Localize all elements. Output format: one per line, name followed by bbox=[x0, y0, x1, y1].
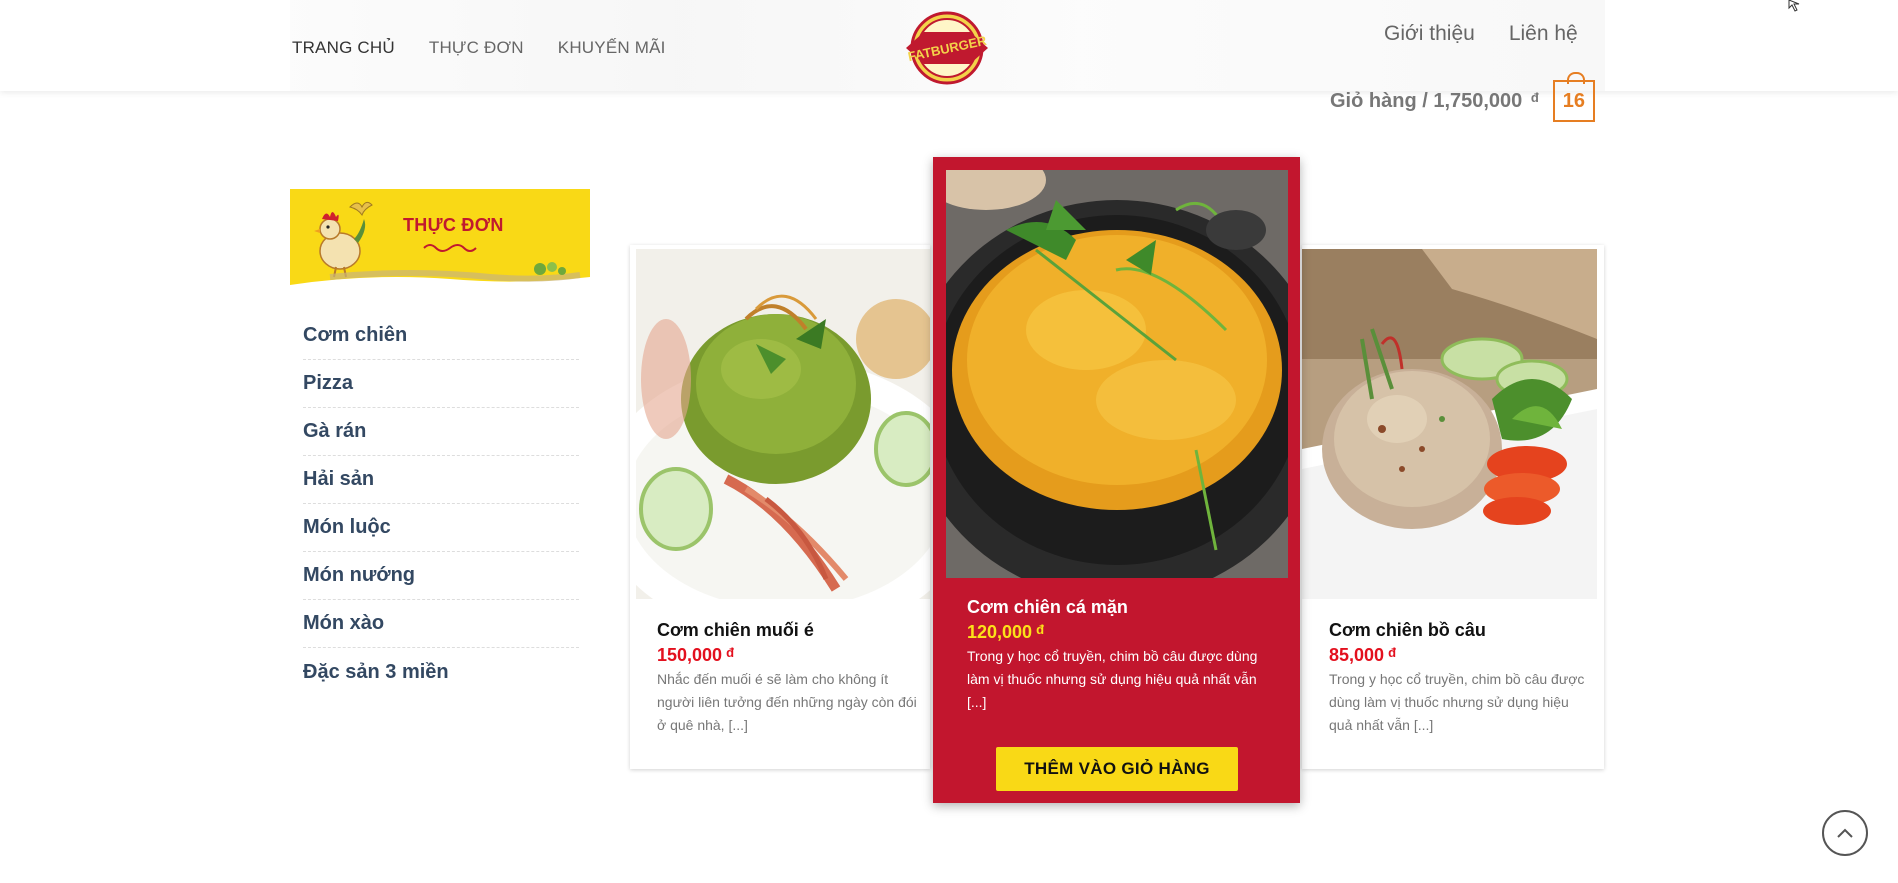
menu-category-item[interactable]: Món nướng bbox=[303, 552, 579, 600]
chevron-up-icon bbox=[1837, 828, 1853, 838]
ornament-divider bbox=[423, 244, 477, 252]
menu-category-item[interactable]: Món xào bbox=[303, 600, 579, 648]
cart-label: Giỏ hàng / 1,750,000 đ bbox=[1330, 89, 1539, 112]
menu-category-item[interactable]: Đặc sản 3 miền bbox=[303, 648, 579, 696]
product-card[interactable]: Cơm chiên bồ câu 85,000 đ Trong y học cổ … bbox=[1302, 245, 1604, 769]
menu-category-item[interactable]: Gà rán bbox=[303, 408, 579, 456]
product-card-highlighted[interactable]: Cơm chiên cá mặn 120,000 đ Trong y học cổ… bbox=[933, 157, 1300, 803]
nav-link-menu[interactable]: THỰC ĐƠN bbox=[429, 38, 524, 58]
bird-icon bbox=[349, 201, 373, 217]
add-to-cart-button[interactable]: THÊM VÀO GIỎ HÀNG bbox=[996, 747, 1238, 791]
fatburger-logo[interactable]: FATBURGER bbox=[902, 11, 992, 85]
menu-category-item[interactable]: Cơm chiên bbox=[303, 312, 579, 360]
product-image[interactable] bbox=[636, 249, 930, 599]
product-name[interactable]: Cơm chiên bồ câu bbox=[1329, 620, 1486, 641]
menu-category-list: Cơm chiên Pizza Gà rán Hải sản Món luộc … bbox=[303, 312, 579, 696]
product-description: Nhắc đến muối é sẽ làm cho không ít ngườ… bbox=[657, 671, 917, 733]
menu-banner-title: THỰC ĐƠN bbox=[403, 215, 504, 235]
product-description: Trong y học cổ truyền, chim bồ câu được … bbox=[1329, 671, 1585, 733]
nav-link-about[interactable]: Giới thiệu bbox=[1384, 22, 1475, 46]
menu-category-item[interactable]: Món luộc bbox=[303, 504, 579, 552]
product-description: Trong y học cổ truyền, chim bồ câu được … bbox=[967, 648, 1258, 710]
main-nav-right: Giới thiệu Liên hệ bbox=[1384, 22, 1578, 46]
back-to-top-button[interactable] bbox=[1822, 810, 1868, 856]
cart-count-badge[interactable]: 16 bbox=[1552, 72, 1595, 122]
mouse-cursor-icon bbox=[1788, 0, 1800, 12]
menu-banner: THỰC ĐƠN bbox=[290, 189, 590, 295]
nav-link-contact[interactable]: Liên hệ bbox=[1509, 22, 1578, 46]
product-card[interactable]: Cơm chiên muối é 150,000 đ Nhắc đến muối … bbox=[630, 245, 930, 769]
nav-link-promotions[interactable]: KHUYẾN MÃI bbox=[558, 38, 666, 58]
cart-currency: đ bbox=[1530, 89, 1539, 105]
product-name[interactable]: Cơm chiên cá mặn bbox=[967, 597, 1128, 618]
product-price: 150,000 đ bbox=[657, 645, 735, 665]
menu-category-item[interactable]: Pizza bbox=[303, 360, 579, 408]
product-image[interactable] bbox=[1302, 249, 1597, 599]
site-header: TRANG CHỦ THỰC ĐƠN KHUYẾN MÃI FATBURGER … bbox=[0, 0, 1898, 91]
product-name[interactable]: Cơm chiên muối é bbox=[657, 620, 814, 641]
product-image[interactable] bbox=[946, 170, 1288, 578]
nav-link-home[interactable]: TRANG CHỦ bbox=[292, 38, 395, 58]
cart-summary[interactable]: Giỏ hàng / 1,750,000 đ 16 bbox=[1330, 72, 1595, 122]
product-price: 85,000 đ bbox=[1329, 645, 1397, 665]
product-price: 120,000 đ bbox=[967, 622, 1045, 642]
banner-wave bbox=[290, 262, 590, 295]
menu-category-item[interactable]: Hải sản bbox=[303, 456, 579, 504]
main-nav-left: TRANG CHỦ THỰC ĐƠN KHUYẾN MÃI bbox=[292, 38, 666, 58]
